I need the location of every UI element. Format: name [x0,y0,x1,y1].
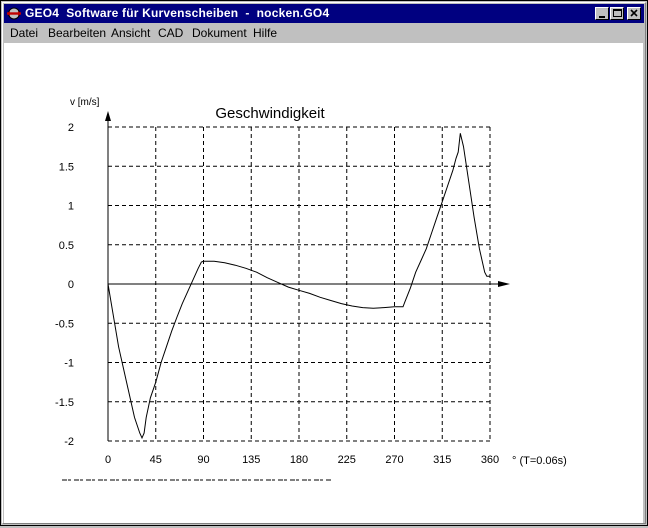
y-tick-label: 1.5 [59,161,74,173]
y-tick-label: -1.5 [55,397,74,409]
menu-hilfe[interactable]: Hilfe [253,25,277,41]
x-tick-label: 0 [105,454,111,466]
x-tick-labels: 0 45 90 135 180 225 270 315 360 [105,454,499,466]
x-tick-label: 90 [197,454,209,466]
maximize-button[interactable] [610,7,624,20]
y-axis-label: v [m/s] [70,97,100,108]
velocity-chart: 2 1.5 1 0.5 0 -0.5 -1 -1.5 -2 0 45 90 135 180 225 270 3… [55,97,567,481]
minimize-button[interactable] [595,7,609,20]
app-icon[interactable] [6,6,22,21]
x-tick-label: 225 [338,454,356,466]
menu-bar: Datei Bearbeiten Ansicht CAD Dokument Hi… [4,23,644,42]
y-tick-label: -0.5 [55,318,74,330]
x-tick-label: 315 [433,454,451,466]
x-tick-label: 270 [385,454,403,466]
app-window: GEO4 Software für Kurvenscheiben - nocke… [0,0,648,526]
document-area[interactable]: 2 1.5 1 0.5 0 -0.5 -1 -1.5 -2 0 45 90 135 180 225 270 3… [4,43,643,523]
chart-title: Geschwindigkeit [215,105,325,122]
menu-cad[interactable]: CAD [158,25,183,41]
close-icon [630,9,638,17]
y-tick-label: 0.5 [59,240,74,252]
menu-ansicht[interactable]: Ansicht [111,25,150,41]
close-button[interactable] [627,7,641,20]
maximize-icon [613,9,622,17]
y-tick-label: -1 [64,358,74,370]
x-tick-label: 360 [481,454,499,466]
x-axis-arrow [498,281,510,287]
y-axis-arrow [105,111,111,121]
x-axis-label: ° (T=0.06s) [512,455,567,467]
x-tick-label: 45 [150,454,162,466]
x-tick-label: 135 [242,454,260,466]
chart-axes [105,111,510,441]
y-tick-labels: 2 1.5 1 0.5 0 -0.5 -1 -1.5 -2 [55,122,74,448]
menu-bearbeiten[interactable]: Bearbeiten [48,25,106,41]
y-tick-label: 2 [68,122,74,134]
title-bar[interactable]: GEO4 Software für Kurvenscheiben - nocke… [4,4,644,23]
window-title: GEO4 Software für Kurvenscheiben - nocke… [25,6,330,20]
y-tick-label: 0 [68,279,74,291]
menu-datei[interactable]: Datei [10,25,38,41]
minimize-icon [599,16,605,18]
y-tick-label: -2 [64,436,74,448]
menu-dokument[interactable]: Dokument [192,25,247,41]
x-tick-label: 180 [290,454,308,466]
y-tick-label: 1 [68,201,74,213]
